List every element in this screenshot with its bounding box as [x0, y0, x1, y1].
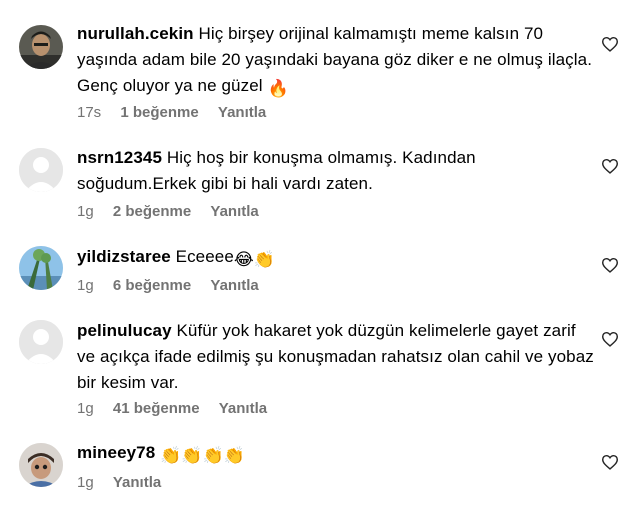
- comment-meta: 1g 2 beğenme Yanıtla: [77, 203, 274, 220]
- clapping-emoji: 👏👏👏👏: [160, 446, 246, 465]
- default-avatar-icon: [19, 320, 63, 364]
- comment-time[interactable]: 1g: [77, 203, 94, 220]
- comment-time[interactable]: 1g: [77, 400, 94, 417]
- comment-username[interactable]: pelinulucay: [77, 321, 172, 340]
- reply-button[interactable]: Yanıtla: [113, 474, 161, 491]
- avatar[interactable]: [19, 443, 63, 487]
- laughing-clapping-emoji: 😂👏: [233, 250, 276, 269]
- comment-username[interactable]: nurullah.cekin: [77, 24, 194, 43]
- reply-button[interactable]: Yanıtla: [218, 104, 266, 121]
- comment-meta: 1g 6 beğenme Yanıtla: [77, 277, 274, 294]
- comment-time[interactable]: 17s: [77, 104, 101, 121]
- comment-username[interactable]: yildizstaree: [77, 247, 171, 266]
- comment-body: pelinulucay Küfür yok hakaret yok düzgün…: [77, 318, 597, 396]
- comment-meta: 1g 41 beğenme Yanıtla: [77, 400, 282, 417]
- comment-time[interactable]: 1g: [77, 474, 94, 491]
- comment-likes[interactable]: 2 beğenme: [113, 203, 191, 220]
- heart-outline-icon[interactable]: [601, 36, 619, 52]
- comment-time[interactable]: 1g: [77, 277, 94, 294]
- comment-body: yildizstaree Eceeee😂👏: [77, 244, 597, 273]
- comment-body: nsrn12345 Hiç hoş bir konuşma olmamış. K…: [77, 145, 597, 197]
- comment-username[interactable]: mineey78: [77, 443, 155, 462]
- avatar[interactable]: [19, 246, 63, 290]
- comment-likes[interactable]: 41 beğenme: [113, 400, 200, 417]
- avatar[interactable]: [19, 148, 63, 192]
- heart-outline-icon[interactable]: [601, 454, 619, 470]
- avatar[interactable]: [19, 25, 63, 69]
- reply-button[interactable]: Yanıtla: [219, 400, 267, 417]
- avatar[interactable]: [19, 320, 63, 364]
- comment-likes[interactable]: 6 beğenme: [113, 277, 191, 294]
- heart-outline-icon[interactable]: [601, 158, 619, 174]
- heart-outline-icon[interactable]: [601, 331, 619, 347]
- comment-body: nurullah.cekin Hiç birşey orijinal kalma…: [77, 21, 597, 102]
- comment-body: mineey78 👏👏👏👏: [77, 440, 597, 469]
- comment-text: Eceeee: [175, 247, 234, 266]
- comment-username[interactable]: nsrn12345: [77, 148, 162, 167]
- comment-likes[interactable]: 1 beğenme: [120, 104, 198, 121]
- fire-emoji: 🔥: [267, 79, 289, 98]
- default-avatar-icon: [19, 148, 63, 192]
- reply-button[interactable]: Yanıtla: [210, 277, 258, 294]
- heart-outline-icon[interactable]: [601, 257, 619, 273]
- comment-meta: 17s 1 beğenme Yanıtla: [77, 104, 281, 121]
- comment-meta: 1g Yanıtla: [77, 474, 176, 491]
- reply-button[interactable]: Yanıtla: [210, 203, 258, 220]
